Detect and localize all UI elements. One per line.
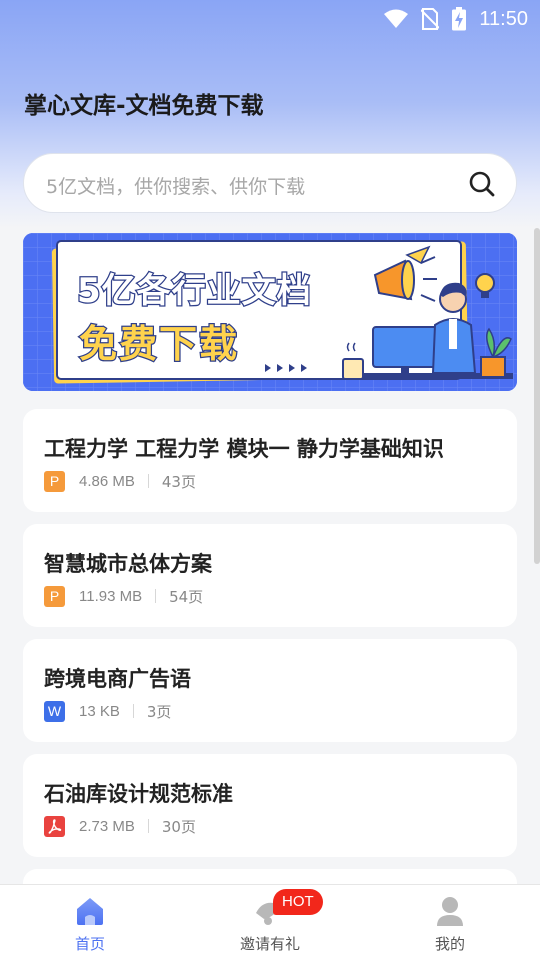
scrollbar[interactable]	[534, 228, 540, 564]
banner-subheadline: 免费下载	[78, 321, 240, 368]
pdf-file-icon	[44, 815, 65, 837]
list-item[interactable]: 工程力学 工程力学 模块一 静力学基础知识 P 4.86 MB 43页	[23, 409, 517, 512]
tab-invite[interactable]: HOT 邀请有礼	[180, 885, 360, 960]
list-item[interactable]: 跨境电商广告语 W 13 KB 3页	[23, 639, 517, 742]
search-bar[interactable]: 5亿文档，供你搜索、供你下载	[23, 153, 517, 213]
divider	[147, 819, 149, 833]
promo-banner[interactable]: 5亿各行业文档 免费下载	[23, 233, 517, 391]
file-size: 4.86 MB	[79, 472, 135, 490]
page-count: 3页	[146, 702, 172, 721]
document-title: 智慧城市总体方案	[44, 552, 212, 576]
list-item[interactable]: 石油库设计规范标准 2.73 MB 30页	[23, 754, 517, 857]
page-count: 54页	[169, 587, 204, 606]
file-size: 2.73 MB	[79, 817, 135, 835]
no-sim-icon	[421, 8, 440, 30]
document-title: 石油库设计规范标准	[44, 782, 233, 806]
search-placeholder: 5亿文档，供你搜索、供你下载	[46, 176, 306, 198]
tab-profile-label: 我的	[434, 935, 465, 953]
tab-profile[interactable]: 我的	[360, 885, 540, 960]
list-item[interactable]: 智慧城市总体方案 P 11.93 MB 54页	[23, 524, 517, 627]
hot-badge: HOT	[273, 889, 323, 915]
status-time: 11:50	[479, 7, 528, 30]
divider	[147, 474, 149, 488]
document-title: 跨境电商广告语	[44, 667, 191, 691]
ppt-file-icon: P	[44, 470, 65, 492]
search-icon[interactable]	[468, 170, 496, 198]
banner-headline: 5亿各行业文档	[76, 270, 312, 313]
divider	[155, 589, 157, 603]
page-title: 掌心文库-文档免费下载	[24, 93, 264, 119]
home-icon	[77, 898, 103, 925]
battery-charging-icon	[452, 7, 467, 31]
wifi-icon	[384, 9, 409, 28]
tab-home[interactable]: 首页	[0, 885, 180, 960]
tab-home-label: 首页	[74, 935, 105, 953]
page-count: 30页	[161, 817, 196, 836]
page-count: 43页	[161, 472, 196, 491]
file-size: 13 KB	[79, 702, 120, 720]
divider	[132, 704, 134, 718]
bottom-tab-bar: 首页 HOT 邀请有礼 我的	[0, 884, 540, 960]
file-size: 11.93 MB	[79, 587, 143, 605]
tab-invite-label: 邀请有礼	[239, 935, 300, 953]
user-icon	[437, 897, 463, 926]
word-file-icon: W	[44, 700, 65, 722]
document-title: 工程力学 工程力学 模块一 静力学基础知识	[44, 437, 444, 461]
status-bar: 11:50	[0, 0, 540, 38]
ppt-file-icon: P	[44, 585, 65, 607]
